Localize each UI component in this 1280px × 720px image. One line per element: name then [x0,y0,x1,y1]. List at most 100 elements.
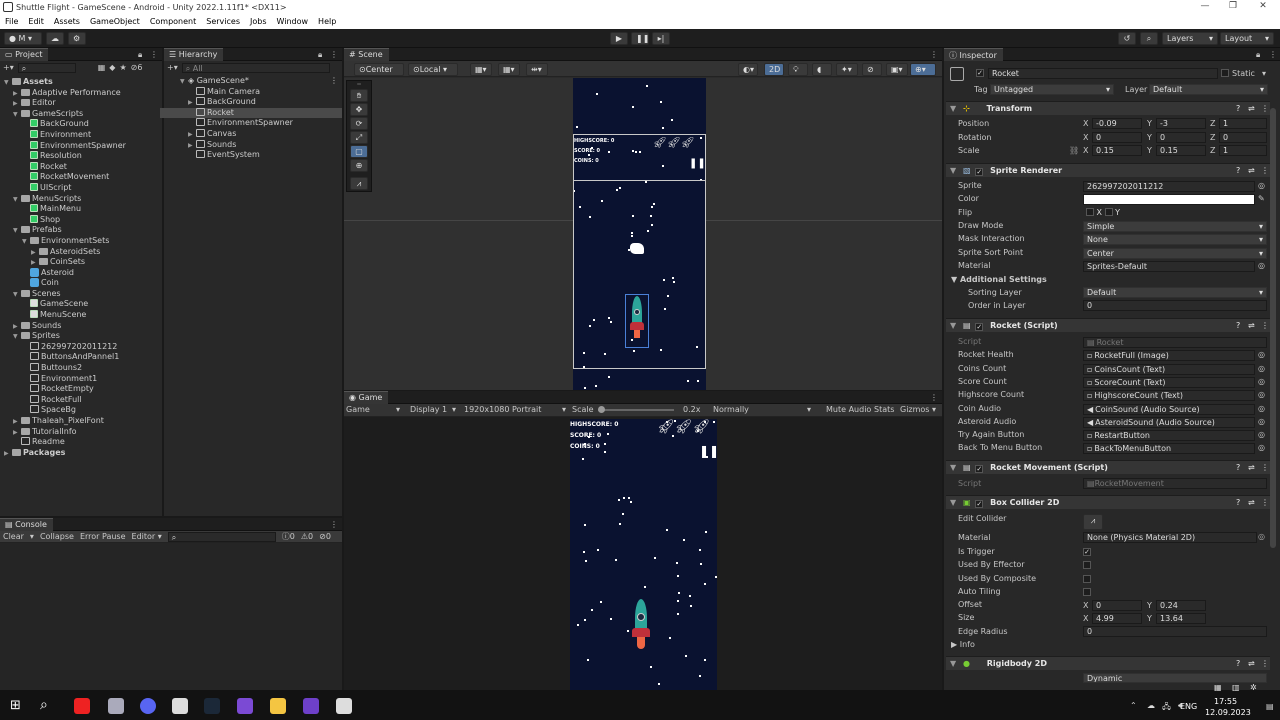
effects-icon[interactable]: ✦▾ [836,63,858,76]
project-tree-item[interactable]: MainMenu [4,204,162,215]
edit-collider-button[interactable]: ⩘ [1083,514,1103,530]
static-dropdown-icon[interactable]: ▾ [1262,69,1266,78]
unity-hub-icon[interactable] [172,698,188,714]
body-type-dropdown[interactable]: Dynamic [1083,673,1267,683]
play-button[interactable]: ▶ [610,32,628,45]
component-menu-icon[interactable]: ⋮ [1261,102,1269,115]
github-desktop-icon[interactable] [303,698,319,714]
editor-dropdown[interactable]: Editor ▾ [132,532,162,541]
hierarchy-item[interactable]: ▶ BackGround [184,97,342,108]
object-picker-icon[interactable]: ◎ [1258,390,1265,399]
position-y-field[interactable]: -3 [1156,118,1206,129]
object-name-field[interactable]: Rocket [988,68,1218,79]
project-tree-item[interactable]: RocketMovement [4,172,162,183]
pause-button[interactable]: ❚❚ [699,444,717,458]
project-search-input[interactable]: ⌕ [17,62,76,73]
object-picker-icon[interactable]: ◎ [1258,261,1265,270]
foldout-arrow-icon[interactable]: ▶ [4,449,12,460]
transform-tool-icon[interactable]: ⊕ [350,159,368,172]
offset-x-field[interactable]: 0 [1092,600,1142,611]
scale-tool-icon[interactable]: ⤢ [350,131,368,144]
used-by-composite-checkbox[interactable] [1083,575,1091,583]
hierarchy-item[interactable]: ▶ Canvas [184,128,342,140]
rocket-object-field[interactable]: ▫ HighscoreCount (Text) [1083,390,1255,402]
account-dropdown[interactable]: ● M ▾ [4,32,42,45]
yandex-browser-icon[interactable] [74,698,90,714]
add-icon[interactable]: +▾ [167,63,178,72]
project-tree-item[interactable]: Buttouns2 [4,363,162,374]
dropdown-field[interactable]: Simple ▾ [1083,220,1267,232]
space-dropdown[interactable]: ⊙Local ▾ [408,63,458,76]
menu-component[interactable]: Component [145,15,201,26]
kebab-menu-icon[interactable]: ⋮ [1269,50,1277,59]
component-menu-icon[interactable]: ⋮ [1261,461,1269,474]
project-tree-item[interactable]: ▶ AsteroidSets [4,247,162,258]
offset-y-field[interactable]: 0.24 [1156,600,1206,611]
project-tree-item[interactable]: BackGround [4,119,162,130]
project-tree-item[interactable]: Environment1 [4,373,162,385]
tab-hierarchy[interactable]: ☰ Hierarchy [164,48,224,61]
rotation-y-field[interactable]: 0 [1156,132,1206,143]
error-count[interactable]: ⊘0 [319,532,331,541]
rect-tool-icon[interactable]: ▢ [350,145,368,158]
project-tree-item[interactable]: RocketEmpty [4,384,162,395]
move-tool-icon[interactable]: ✥ [350,103,368,116]
hierarchy-search-input[interactable]: ⌕ All [181,62,330,73]
object-picker-icon[interactable]: ◎ [1258,350,1265,359]
minimize-button[interactable]: — [1192,1,1218,13]
help-icon[interactable]: ? [1236,164,1240,177]
mode-2d-button[interactable]: 2D [764,63,784,76]
lighting-icon[interactable]: 💡︎ [788,63,808,76]
project-tree-item[interactable]: Resolution [4,151,162,162]
project-tree-item[interactable]: Readme [4,437,162,448]
menu-services[interactable]: Services [201,15,245,26]
presets-icon[interactable]: ⇌ [1248,461,1255,474]
rocket-object-field[interactable]: ▫ ScoreCount (Text) [1083,376,1255,388]
menu-file[interactable]: File [0,15,23,26]
play-focus-dropdown[interactable]: Normally ▾ [713,404,813,416]
hidden-objects-icon[interactable]: ⊘ [862,63,882,76]
hierarchy-item[interactable]: ▶ Sounds [184,139,342,151]
cloud-icon[interactable]: ☁ [46,32,64,45]
favorite-icon[interactable]: ★ [119,63,126,72]
project-tree-item[interactable]: Asteroid [4,267,162,279]
gizmos-icon[interactable]: ⊕▾ [910,63,936,76]
box-collider-enabled-checkbox[interactable]: ✓ [975,500,984,508]
component-menu-icon[interactable]: ⋮ [1261,319,1269,332]
stats-toggle[interactable]: Stats [874,404,894,416]
rocket-movement-header[interactable]: ▼ ▤ ✓ Rocket Movement (Script) ? ⇌ ⋮ [946,460,1270,474]
unity-editor-icon[interactable] [336,698,352,714]
size-x-field[interactable]: 4.99 [1092,613,1142,624]
size-y-field[interactable]: 13.64 [1156,613,1206,624]
help-icon[interactable]: ? [1236,461,1240,474]
rocket-object-field[interactable]: ▫ BackToMenuButton [1083,443,1255,455]
lock-icon[interactable]: 🔒︎ [1256,50,1260,60]
scene-canvas[interactable]: HIGHSCORE: 0 SCORE: 0 COINS: 0 🚀︎🚀︎🚀︎ ❚❚ ═… [344,78,942,390]
kebab-menu-icon[interactable]: ⋮ [330,76,338,87]
maximize-button[interactable]: ❐ [1220,1,1246,13]
pause-button[interactable]: ❚❚ [631,32,649,45]
scale-slider-thumb[interactable] [598,406,605,413]
hierarchy-item[interactable]: Main Camera [184,86,342,98]
static-checkbox[interactable] [1221,69,1229,77]
collab-icon[interactable]: ⚙ [68,32,86,45]
menu-window[interactable]: Window [272,15,314,26]
menu-jobs[interactable]: Jobs [245,15,272,26]
object-field[interactable]: 262997202011212 [1083,181,1255,192]
tray-icon[interactable]: ✲ [1250,683,1257,692]
collapse-button[interactable]: Collapse [40,532,74,541]
clock-date[interactable]: 12.09.2023 [1205,708,1251,717]
rocket-object-field[interactable]: ◀ CoinSound (Audio Source) [1083,403,1255,415]
tab-inspector[interactable]: ⓘ Inspector [944,48,1003,61]
scale-z-field[interactable]: 1 [1219,145,1267,156]
constrain-proportions-icon[interactable]: ⛓︎ [1069,146,1079,155]
discord-icon[interactable] [140,698,156,714]
app-icon[interactable] [108,698,124,714]
flip-y-checkbox[interactable] [1104,207,1113,216]
position-z-field[interactable]: 1 [1219,118,1267,129]
component-menu-icon[interactable]: ⋮ [1261,496,1269,509]
help-icon[interactable]: ? [1236,657,1240,670]
box-collider-header[interactable]: ▼ ▣ ✓ Box Collider 2D ? ⇌ ⋮ [946,495,1270,509]
visual-studio-icon[interactable] [237,698,253,714]
custom-tool-icon[interactable]: ⩘ [350,177,368,190]
